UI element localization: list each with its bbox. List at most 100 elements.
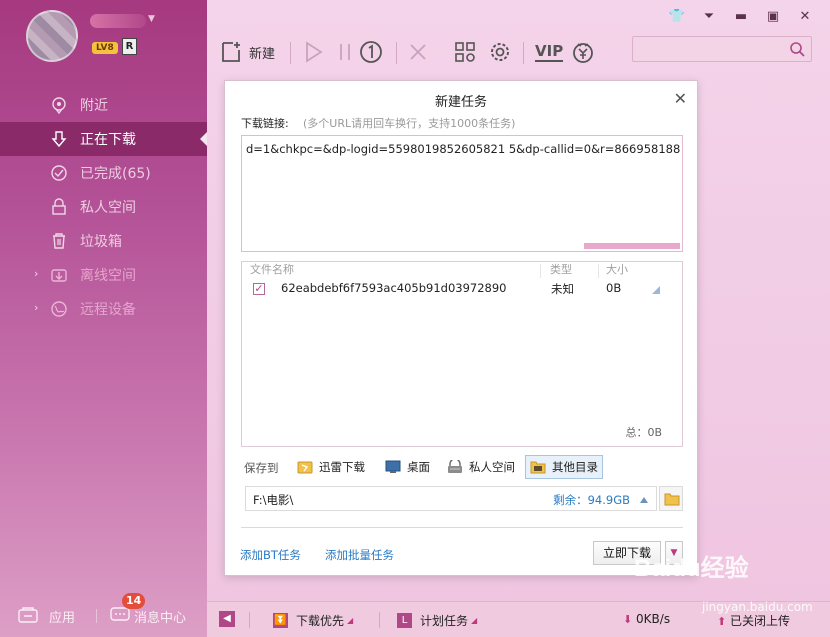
- sidebar-item-label: 附近: [80, 98, 108, 114]
- grid-view-button[interactable]: [453, 38, 477, 66]
- limit-button[interactable]: [359, 38, 383, 66]
- save-option-label: 迅雷下载: [319, 460, 365, 474]
- dialog-title: 新建任务: [434, 95, 487, 110]
- apps-icon[interactable]: [18, 606, 38, 624]
- chevron-down-icon[interactable]: ▼: [148, 14, 155, 24]
- private-drive-icon: [448, 460, 462, 473]
- gift-button[interactable]: [571, 38, 595, 66]
- sidebar-item-label: 私人空间: [80, 200, 136, 216]
- toolbar-divider: [396, 42, 397, 64]
- priority-icon: ⏬: [273, 612, 288, 628]
- divider: [379, 612, 380, 628]
- lock-icon: [52, 198, 66, 215]
- username[interactable]: [90, 14, 146, 28]
- avatar[interactable]: [26, 10, 78, 62]
- watermark-url: jingyan.baidu.com: [702, 600, 813, 614]
- sidebar-item-label: 离线空间: [80, 268, 136, 284]
- dropdown-triangle-icon: ◢: [471, 615, 478, 625]
- browse-folder-button[interactable]: [659, 486, 683, 511]
- free-space: 剩余：94.9GB: [553, 493, 630, 507]
- sidebar-item-downloading[interactable]: 正在下载: [0, 122, 207, 156]
- messages-label[interactable]: 消息中心: [134, 607, 186, 626]
- pause-button[interactable]: [333, 38, 357, 66]
- search-icon[interactable]: [789, 41, 805, 57]
- check-circle-icon: [51, 165, 67, 181]
- skin-shirt-icon[interactable]: 👕: [668, 8, 686, 24]
- sidebar-item-label: 正在下载: [80, 132, 136, 148]
- sidebar: ▼ LV8 R 附近 正在下载 已完成(65) 私人空间 垃圾箱 › 离线空间: [0, 0, 207, 637]
- trash-icon: [53, 233, 65, 249]
- dropdown-triangle-icon: ◢: [347, 615, 354, 625]
- sidebar-item-remote-devices[interactable]: › 远程设备: [0, 292, 207, 326]
- folder-icon: [530, 461, 546, 474]
- maximize-icon[interactable]: ▣: [764, 8, 782, 24]
- minimize-icon[interactable]: ▬: [732, 8, 750, 24]
- new-task-dialog: 新建任务 ✕ 下载链接: (多个URL请用回车换行，支持1000条任务) d=1…: [224, 80, 698, 576]
- sidebar-item-label: 远程设备: [80, 302, 136, 318]
- add-batch-task-link[interactable]: 添加批量任务: [325, 547, 394, 563]
- delete-button[interactable]: [406, 38, 430, 66]
- save-option-private[interactable]: 私人空间: [443, 455, 519, 479]
- upload-status-label: 已关闭上传: [730, 614, 791, 628]
- download-link-label: 下载链接:: [241, 117, 289, 130]
- sidebar-item-nearby[interactable]: 附近: [0, 88, 207, 122]
- horizontal-scrollbar[interactable]: [584, 243, 680, 249]
- column-divider: [598, 264, 599, 278]
- sidebar-item-private-space[interactable]: 私人空间: [0, 190, 207, 224]
- vip-mark-icon: R: [122, 38, 137, 55]
- settings-button[interactable]: [488, 38, 512, 66]
- sidebar-item-offline-space[interactable]: › 离线空间: [0, 258, 207, 292]
- new-file-icon: [222, 42, 240, 62]
- upload-status[interactable]: ⬆ 已关闭上传: [717, 612, 790, 629]
- sidebar-item-completed[interactable]: 已完成(65): [0, 156, 207, 190]
- arrow-down-icon: ⬇: [623, 613, 633, 626]
- apps-label[interactable]: 应用: [49, 607, 75, 626]
- save-option-label: 其他目录: [552, 460, 598, 474]
- column-header-type: 类型: [550, 263, 572, 276]
- close-icon[interactable]: ✕: [796, 8, 814, 24]
- save-option-xunlei[interactable]: 迅雷下载: [293, 455, 369, 479]
- watermark: Baidu经验: [634, 555, 749, 582]
- collapse-left-icon[interactable]: ◀: [219, 611, 235, 627]
- file-table: 文件名称 类型 大小 ✓ 62eabdebf6f7593ac405b91d039…: [241, 261, 683, 447]
- messages-count-badge: 14: [122, 593, 146, 609]
- column-divider: [540, 264, 541, 278]
- save-path: F:\电影\: [253, 493, 294, 507]
- play-icon: [306, 41, 323, 63]
- save-option-other[interactable]: 其他目录: [525, 455, 603, 479]
- sidebar-item-trash[interactable]: 垃圾箱: [0, 224, 207, 258]
- start-button[interactable]: [301, 38, 325, 66]
- divider: [241, 527, 683, 528]
- download-priority-button[interactable]: ⏬ 下载优先 ◢: [273, 611, 353, 629]
- save-option-desktop[interactable]: 桌面: [381, 455, 434, 479]
- sidebar-item-label: 已完成(65): [80, 166, 151, 182]
- gear-icon: [491, 43, 509, 61]
- divider: [96, 609, 97, 623]
- path-dropdown-icon[interactable]: [640, 497, 648, 503]
- chevron-right-icon[interactable]: ›: [34, 301, 38, 314]
- download-link-hint: (多个URL请用回车换行，支持1000条任务): [303, 117, 516, 130]
- save-option-label: 私人空间: [469, 460, 515, 474]
- search-input[interactable]: [632, 36, 812, 62]
- menu-dropdown-icon[interactable]: ⏷: [700, 8, 718, 24]
- scheduled-task-label: 计划任务: [420, 613, 469, 628]
- new-task-button[interactable]: 新建: [219, 38, 275, 66]
- download-arrow-icon: [51, 131, 67, 148]
- arrow-up-icon: ⬆: [717, 615, 727, 628]
- file-size: 0B: [606, 281, 622, 295]
- grid-icon: [455, 42, 475, 62]
- table-row[interactable]: ✓ 62eabdebf6f7593ac405b91d03972890 未知 0B: [242, 280, 682, 298]
- scheduled-task-button[interactable]: L 计划任务 ◢: [397, 611, 477, 629]
- url-textarea[interactable]: d=1&chkpc=&dp-logid=5598019852605821 5&d…: [241, 135, 683, 252]
- add-bt-task-link[interactable]: 添加BT任务: [240, 547, 301, 563]
- close-icon[interactable]: ✕: [674, 89, 687, 108]
- vip-button[interactable]: VIP: [535, 38, 564, 66]
- checkbox-checked[interactable]: ✓: [253, 283, 265, 295]
- toolbar-divider: [523, 42, 524, 64]
- chevron-right-icon[interactable]: ›: [34, 267, 38, 280]
- gift-yen-icon: [573, 43, 593, 63]
- toolbar-divider: [290, 42, 291, 64]
- sidebar-item-label: 垃圾箱: [80, 234, 122, 250]
- folder-open-icon: [664, 493, 680, 506]
- save-path-field[interactable]: F:\电影\ 剩余：94.9GB: [245, 486, 657, 511]
